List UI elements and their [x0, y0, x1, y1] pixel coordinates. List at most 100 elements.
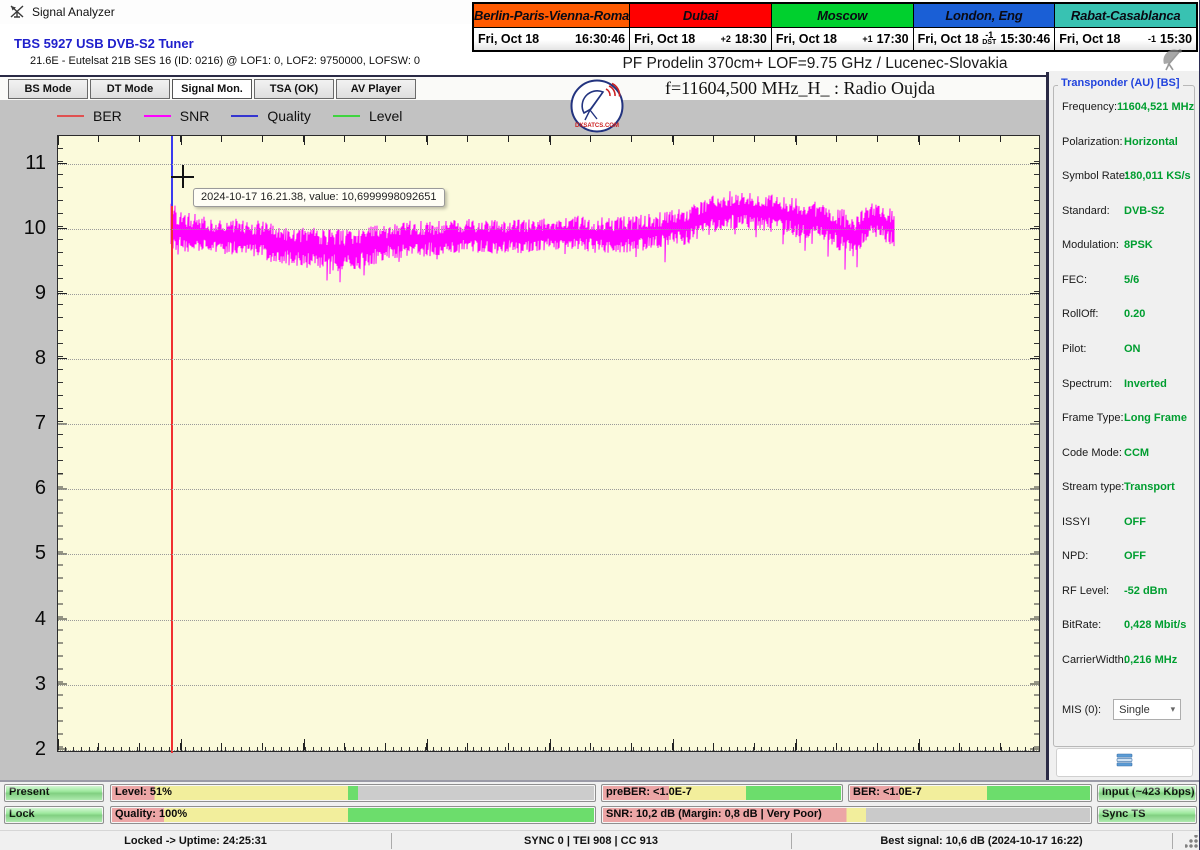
mis-selected-value: Single	[1119, 704, 1150, 716]
clock-city-label: Rabat-Casablanca	[1055, 4, 1196, 28]
field-label: Symbol Rate:	[1062, 170, 1124, 183]
field-label: Spectrum:	[1062, 378, 1124, 391]
transponder-field-row: Spectrum: Inverted	[1062, 378, 1190, 391]
transponder-field-row: RF Level: -52 dBm	[1062, 585, 1190, 598]
tab-bs-mode[interactable]: BS Mode	[8, 79, 88, 99]
y-axis-tick-label: 4	[0, 608, 46, 630]
status-bar: Locked -> Uptime: 24:25:31 SYNC 0 | TEI …	[0, 830, 1200, 850]
chart-legend: BER SNR Quality Level	[57, 107, 424, 125]
data-point-tooltip: 2024-10-17 16.21.38, value: 10,699999809…	[193, 188, 445, 207]
field-label: ISSYI	[1062, 516, 1124, 529]
transponder-field-row: Frame Type: Long Frame	[1062, 412, 1190, 425]
field-label: Stream type:	[1062, 481, 1124, 494]
field-label: RF Level:	[1062, 585, 1124, 598]
legend-color-line	[333, 115, 360, 117]
tab-av-player[interactable]: AV Player	[336, 79, 416, 99]
field-value: OFF	[1124, 516, 1146, 529]
transponder-field-row: Stream type: Transport	[1062, 481, 1190, 494]
chart-plot-area[interactable]	[57, 135, 1040, 752]
clock-date: Fri, Oct 18	[918, 32, 979, 46]
logo-text-node: DXSATCS.COM	[575, 123, 619, 129]
clock-time: 15:30:46	[1000, 32, 1050, 46]
transponder-field-row: ISSYI OFF	[1062, 516, 1190, 529]
mode-tabs: BS Mode DT Mode Signal Mon. TSA (OK) AV …	[8, 79, 416, 99]
app-antenna-icon	[9, 4, 25, 25]
chevron-down-icon: ▾	[1171, 704, 1176, 715]
tuner-satellite-info: 21.6E - Eutelsat 21B SES 16 (ID: 0216) @…	[30, 55, 420, 67]
clock-time: 17:30	[877, 32, 909, 46]
gridline	[58, 620, 1039, 621]
status-best-signal: Best signal: 10,6 dB (2024-10-17 16:22)	[791, 831, 1172, 850]
transponder-field-row: RollOff: 0.20	[1062, 308, 1190, 321]
lock-indicator: Lock	[4, 806, 104, 824]
field-value: 0,216 MHz	[1124, 654, 1177, 667]
gridline	[58, 750, 1039, 751]
mis-dropdown[interactable]: Single ▾	[1113, 699, 1181, 720]
clock-time: 16:30:46	[575, 32, 625, 46]
legend-item: Level	[333, 108, 402, 124]
field-value: DVB-S2	[1124, 205, 1164, 218]
clock-date: Fri, Oct 18	[478, 32, 539, 46]
field-label: FEC:	[1062, 274, 1124, 287]
clock-utc-offset: -1DST	[982, 31, 1000, 47]
legend-item: BER	[57, 108, 122, 124]
transponder-panel: Transponder (AU) [BS] Frequency: 11604,5…	[1049, 71, 1200, 780]
clock-utc-offset: +1	[862, 35, 876, 43]
field-label: Frame Type:	[1062, 412, 1124, 425]
legend-color-line	[144, 115, 171, 117]
transponder-field-row: NPD: OFF	[1062, 550, 1190, 563]
y-axis-tick-label: 10	[0, 217, 46, 239]
ber-meter: BER: <1.0E-7	[848, 784, 1092, 802]
transponder-field-row: Modulation: 8PSK	[1062, 239, 1190, 252]
meters-area: Present Level: 51% preBER: <1.0E-7 BER: …	[0, 782, 1200, 830]
field-label: Standard:	[1062, 205, 1124, 218]
gridline	[58, 164, 1039, 165]
gridline	[58, 554, 1039, 555]
field-label: Code Mode:	[1062, 447, 1124, 460]
gridline	[58, 294, 1039, 295]
legend-item: Quality	[231, 108, 311, 124]
clock-column: Dubai Fri, Oct 18 +2 18:30	[629, 4, 771, 50]
field-value: -52 dBm	[1124, 585, 1167, 598]
transponder-field-row: Polarization: Horizontal	[1062, 136, 1190, 149]
field-label: Pilot:	[1062, 343, 1124, 356]
field-value: 0.20	[1124, 308, 1145, 321]
y-axis-tick-label: 7	[0, 412, 46, 434]
field-value: ON	[1124, 343, 1141, 356]
marker-line-red	[171, 206, 173, 753]
status-divider	[791, 833, 792, 849]
world-clocks: Berlin-Paris-Vienna-Roma Fri, Oct 18 16:…	[472, 2, 1198, 52]
gridline	[58, 229, 1039, 230]
field-value: OFF	[1124, 550, 1146, 563]
tab-dt-mode[interactable]: DT Mode	[90, 79, 170, 99]
clock-city-label: London, Eng	[914, 4, 1055, 28]
field-label: RollOff:	[1062, 308, 1124, 321]
gridline	[58, 489, 1039, 490]
transponder-field-row: BitRate: 0,428 Mbit/s	[1062, 619, 1190, 632]
field-value: Transport	[1124, 481, 1175, 494]
gridline	[58, 359, 1039, 360]
snr-meter: SNR: 10,2 dB (Margin: 0,8 dB | Very Poor…	[601, 806, 1092, 824]
resize-grip-icon[interactable]	[1185, 835, 1198, 848]
field-value: Long Frame	[1124, 412, 1187, 425]
status-sync: SYNC 0 | TEI 908 | CC 913	[391, 831, 791, 850]
window-title: Signal Analyzer	[32, 5, 115, 19]
tab-signal-mon-[interactable]: Signal Mon.	[172, 79, 252, 99]
field-value: 11604,521 MHz	[1117, 101, 1194, 114]
field-label: NPD:	[1062, 550, 1124, 563]
clock-utc-offset: +2	[721, 35, 735, 43]
y-axis-tick-label: 11	[0, 152, 46, 174]
legend-label: BER	[93, 108, 122, 124]
clock-utc-offset: -1	[1148, 35, 1160, 43]
status-divider	[1172, 833, 1173, 849]
clock-column: Moscow Fri, Oct 18 +1 17:30	[771, 4, 913, 50]
gridline	[58, 424, 1039, 425]
present-indicator: Present	[4, 784, 104, 802]
field-value: 5/6	[1124, 274, 1139, 287]
clock-time-row: Fri, Oct 18 +1 17:30	[772, 28, 913, 50]
tab-tsa-ok-[interactable]: TSA (OK)	[254, 79, 334, 99]
stream-list-button[interactable]	[1056, 748, 1193, 777]
field-label: Frequency:	[1062, 101, 1117, 114]
field-label: Polarization:	[1062, 136, 1124, 149]
clock-column: Rabat-Casablanca Fri, Oct 18 -1 15:30	[1054, 4, 1196, 50]
